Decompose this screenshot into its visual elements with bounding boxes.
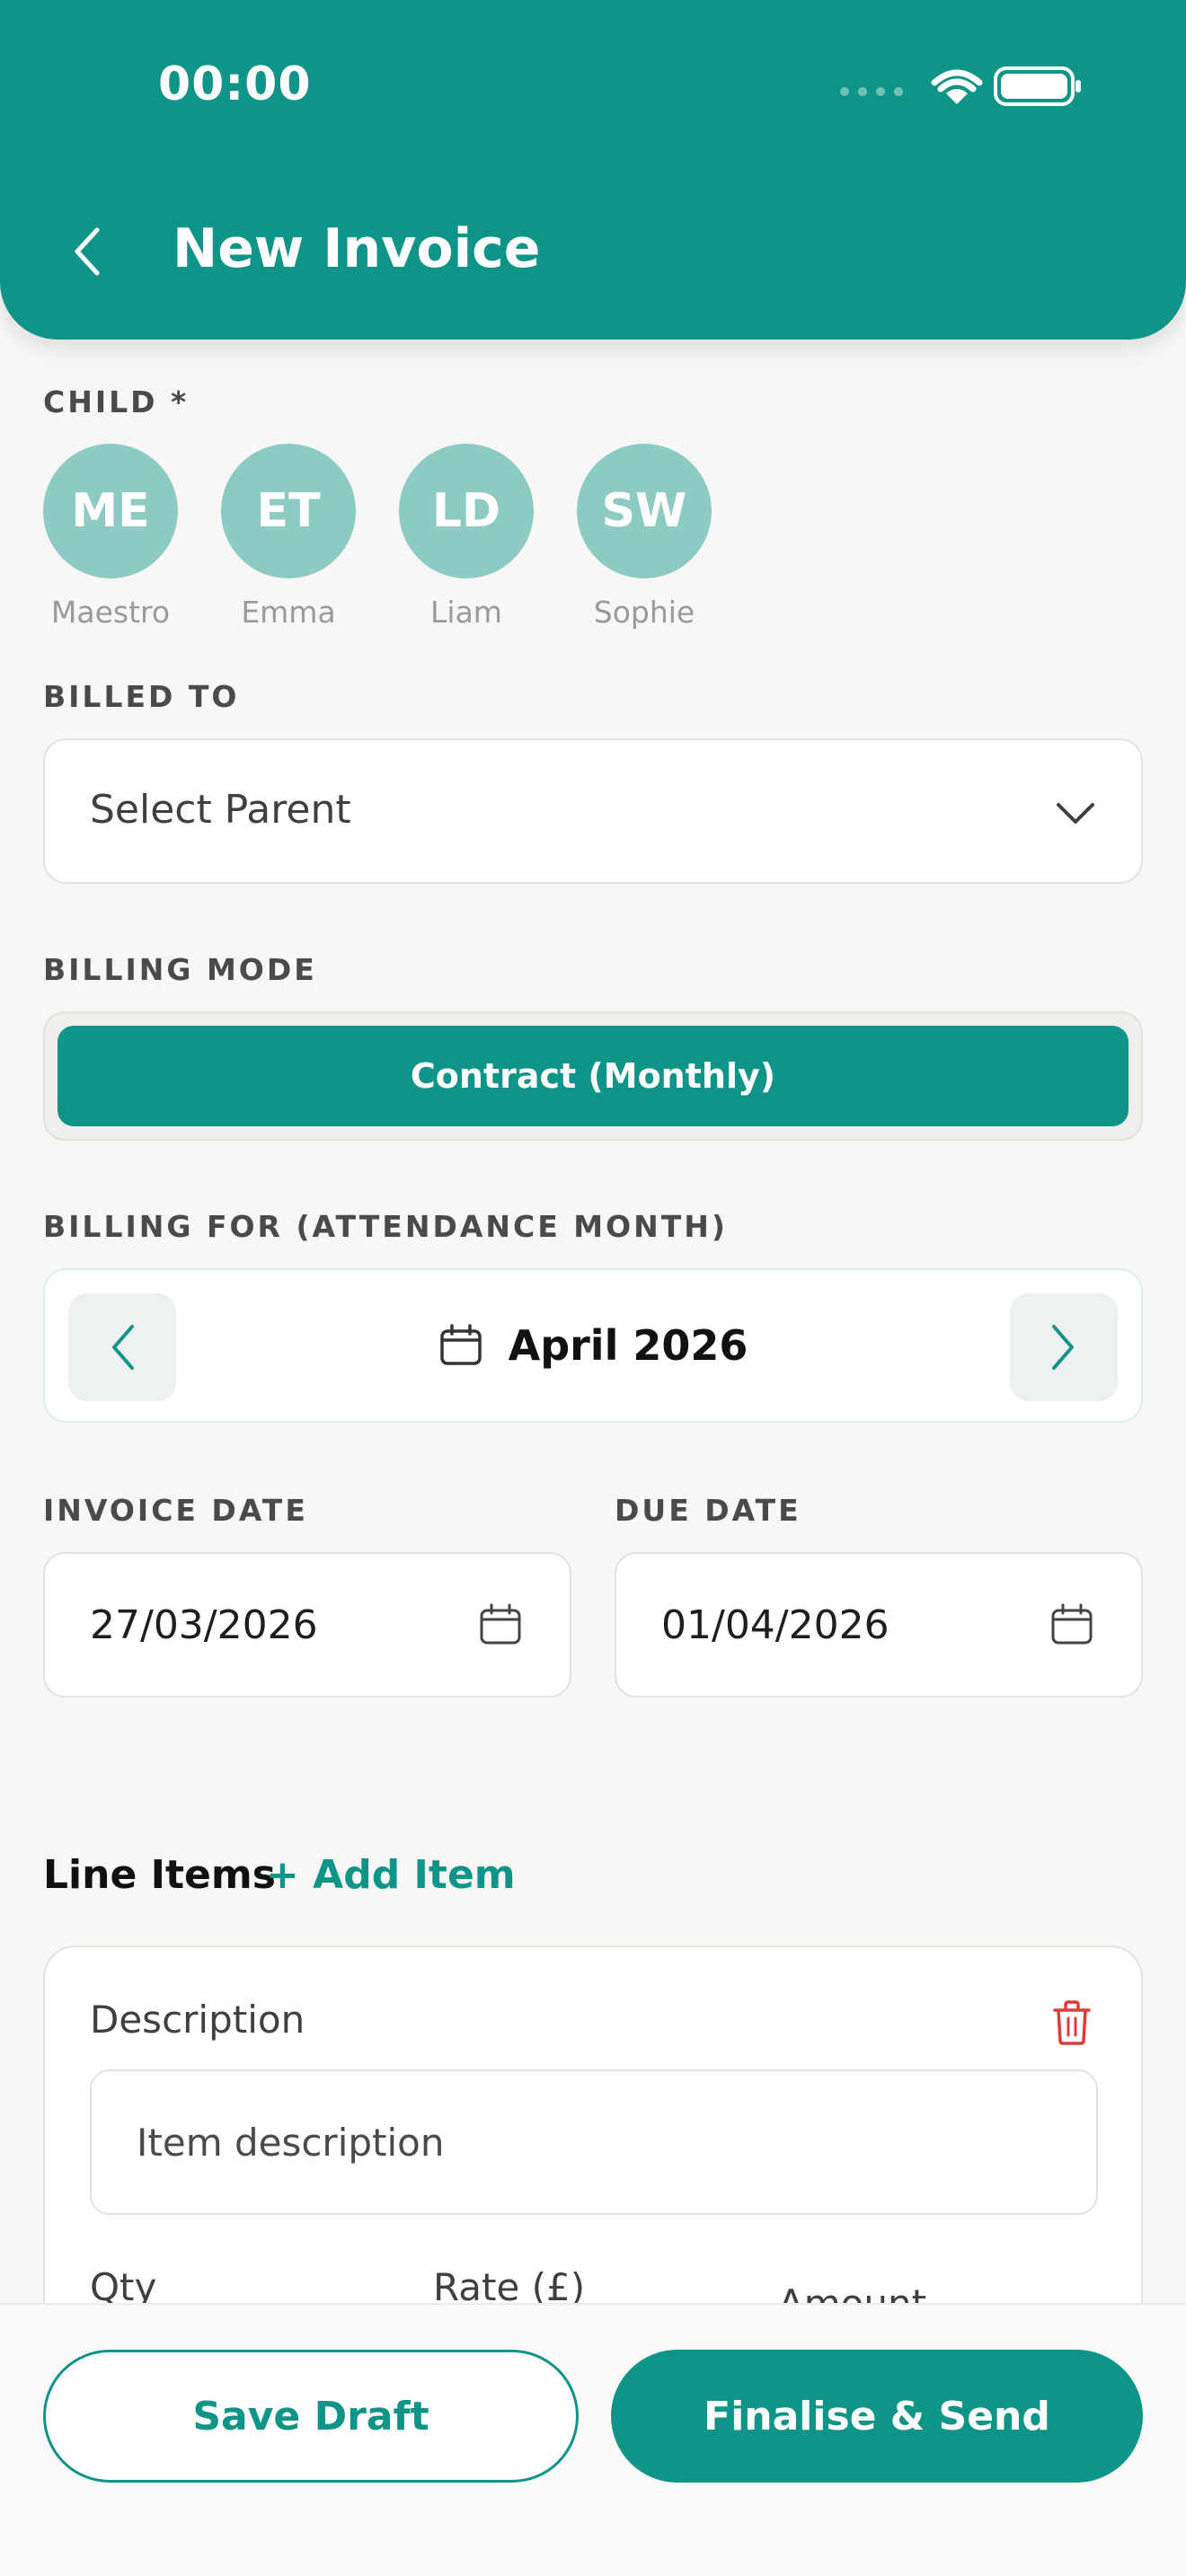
month-display: April 2026	[45, 1270, 1141, 1421]
status-icons	[840, 66, 1081, 106]
month-label: April 2026	[508, 1321, 748, 1370]
billing-for-label: BILLING FOR (ATTENDANCE MONTH)	[43, 1209, 728, 1244]
billing-mode-label: BILLING MODE	[43, 952, 317, 987]
item-description-input[interactable]: Item description	[90, 2069, 1098, 2215]
signal-icon	[840, 87, 903, 96]
billed-to-label: BILLED TO	[43, 679, 240, 714]
avatar: ET	[221, 444, 356, 578]
parent-select[interactable]: Select Parent	[43, 738, 1143, 884]
app-header: 00:00 New Invoice	[0, 0, 1186, 340]
child-selector: ME Maestro ET Emma LD Liam SW Sophie	[43, 444, 712, 630]
bottom-action-bar: Save Draft Finalise & Send	[0, 2303, 1186, 2576]
trash-icon[interactable]	[1051, 1999, 1093, 2046]
next-month-button[interactable]	[1010, 1293, 1118, 1401]
invoice-date-value: 27/03/2026	[90, 1602, 318, 1648]
wifi-icon	[931, 69, 983, 104]
avatar: SW	[577, 444, 712, 578]
chevron-right-icon	[1052, 1325, 1074, 1370]
child-name: Emma	[241, 595, 336, 630]
due-date-field[interactable]: 01/04/2026	[615, 1552, 1143, 1698]
chevron-down-icon	[1057, 803, 1094, 824]
due-date-value: 01/04/2026	[661, 1602, 890, 1648]
invoice-date-label: INVOICE DATE	[43, 1493, 308, 1528]
calendar-icon	[1051, 1603, 1093, 1645]
calendar-icon	[439, 1324, 482, 1365]
child-name: Maestro	[50, 595, 171, 630]
child-name: Sophie	[593, 595, 695, 630]
avatar: LD	[399, 444, 534, 578]
page-title: New Invoice	[173, 217, 541, 280]
back-button[interactable]	[54, 216, 119, 287]
child-option-emma[interactable]: ET Emma	[221, 444, 356, 630]
avatar: ME	[43, 444, 178, 578]
billing-mode-option-contract[interactable]: Contract (Monthly)	[58, 1026, 1128, 1126]
previous-month-button[interactable]	[68, 1293, 176, 1401]
battery-icon	[994, 66, 1081, 106]
description-label: Description	[90, 1998, 305, 2042]
chevron-left-icon	[112, 1325, 134, 1370]
child-option-sophie[interactable]: SW Sophie	[577, 444, 712, 630]
child-option-maestro[interactable]: ME Maestro	[43, 444, 178, 630]
invoice-date-field[interactable]: 27/03/2026	[43, 1552, 571, 1698]
save-draft-button[interactable]: Save Draft	[43, 2350, 579, 2483]
month-picker: April 2026	[43, 1268, 1143, 1423]
chevron-left-icon	[75, 227, 100, 276]
child-option-liam[interactable]: LD Liam	[399, 444, 534, 630]
add-item-button[interactable]: + Add Item	[266, 1852, 516, 1898]
parent-select-value: Select Parent	[90, 787, 351, 833]
calendar-icon	[480, 1603, 521, 1645]
status-time: 00:00	[158, 57, 312, 111]
billing-mode-toggle: Contract (Monthly)	[43, 1011, 1143, 1141]
due-date-label: DUE DATE	[615, 1493, 801, 1528]
child-label: CHILD *	[43, 384, 190, 419]
child-name: Liam	[430, 595, 502, 630]
line-items-title: Line Items	[43, 1852, 276, 1898]
finalise-send-button[interactable]: Finalise & Send	[611, 2350, 1143, 2483]
